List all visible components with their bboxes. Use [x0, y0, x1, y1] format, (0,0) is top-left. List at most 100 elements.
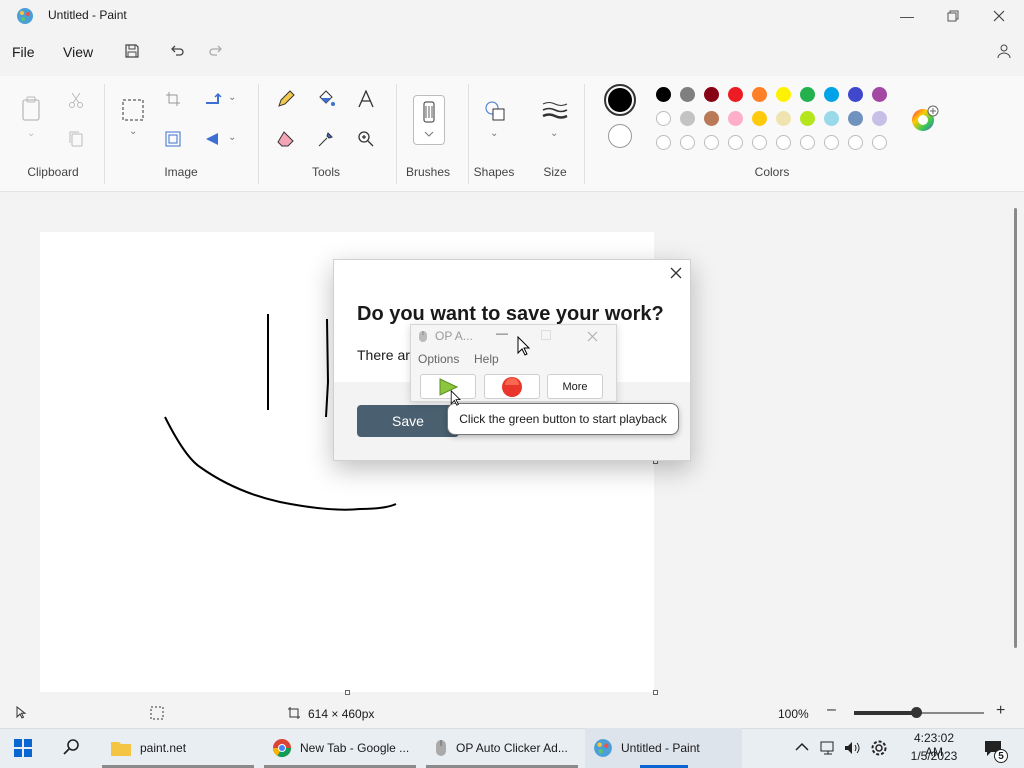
rotate-chevron-icon[interactable]: ⌄ [228, 92, 236, 103]
settings-gear-icon[interactable] [870, 739, 888, 760]
color-swatch[interactable] [752, 87, 767, 102]
secondary-color-button[interactable] [608, 124, 632, 148]
more-button[interactable]: More [547, 374, 603, 399]
crop-button[interactable] [160, 86, 186, 112]
brushes-button[interactable] [413, 95, 445, 145]
custom-color-slot[interactable] [680, 135, 695, 150]
color-swatch[interactable] [728, 111, 743, 126]
color-swatch[interactable] [680, 87, 695, 102]
color-swatch[interactable] [752, 111, 767, 126]
resize-button[interactable] [160, 126, 186, 152]
save-quick-button[interactable] [119, 40, 145, 62]
canvas-resize-handle[interactable] [345, 690, 350, 695]
custom-color-slot[interactable] [656, 135, 671, 150]
color-swatch[interactable] [776, 111, 791, 126]
color-swatch[interactable] [680, 111, 695, 126]
clock-date[interactable]: 1/5/2023 [904, 749, 964, 763]
file-menu[interactable]: File [12, 44, 35, 60]
edit-colors-button[interactable] [910, 104, 940, 137]
color-swatch[interactable] [800, 111, 815, 126]
color-swatch[interactable] [848, 87, 863, 102]
start-button[interactable] [14, 739, 32, 760]
custom-color-slot[interactable] [728, 135, 743, 150]
auto-clicker-maximize-button[interactable] [541, 330, 551, 340]
color-swatch[interactable] [704, 87, 719, 102]
minimize-button[interactable]: — [884, 0, 930, 32]
taskbar-item-chrome[interactable]: New Tab - Google ... [264, 728, 416, 768]
color-swatch[interactable] [728, 87, 743, 102]
taskbar-item-paint-net[interactable]: paint.net [102, 728, 254, 768]
flip-chevron-icon[interactable]: ⌄ [228, 132, 236, 143]
custom-color-slot[interactable] [824, 135, 839, 150]
fill-tool[interactable] [313, 86, 339, 112]
auto-clicker-minimize-button[interactable]: — [496, 326, 508, 340]
size-button[interactable] [542, 98, 568, 124]
eraser-tool[interactable] [273, 126, 299, 152]
start-playback-button[interactable] [420, 374, 476, 399]
search-button[interactable] [63, 738, 81, 759]
zoom-in-button[interactable]: + [996, 702, 1005, 720]
taskbar-item-paint[interactable]: Untitled - Paint [585, 728, 742, 768]
copy-button[interactable] [63, 126, 89, 152]
color-swatch[interactable] [824, 111, 839, 126]
magnifier-tool[interactable] [353, 126, 379, 152]
custom-color-slot[interactable] [776, 135, 791, 150]
help-menu[interactable]: Help [474, 352, 499, 366]
rotate-icon [206, 92, 222, 104]
restore-button[interactable] [930, 0, 976, 32]
auto-clicker-close-button[interactable] [587, 330, 598, 345]
cursor-position-icon [16, 705, 28, 723]
pencil-tool[interactable] [273, 86, 299, 112]
save-button[interactable]: Save [357, 405, 459, 437]
color-picker-tool[interactable] [313, 126, 339, 152]
text-tool[interactable] [353, 86, 379, 112]
color-swatch[interactable] [656, 87, 671, 102]
color-swatch[interactable] [800, 87, 815, 102]
account-button[interactable] [991, 40, 1017, 62]
shapes-chevron-icon[interactable]: ⌄ [490, 128, 498, 139]
custom-color-slot[interactable] [872, 135, 887, 150]
dialog-close-button[interactable] [668, 265, 684, 281]
custom-color-slot[interactable] [848, 135, 863, 150]
select-button[interactable] [120, 97, 146, 123]
redo-button[interactable] [203, 40, 229, 62]
cut-button[interactable] [63, 87, 89, 113]
color-swatch[interactable] [848, 111, 863, 126]
primary-color-button[interactable] [604, 84, 636, 116]
color-swatch[interactable] [872, 111, 887, 126]
close-icon [587, 331, 598, 342]
record-button[interactable] [484, 374, 540, 399]
undo-button[interactable] [164, 40, 190, 62]
taskbar-item-auto-clicker[interactable]: OP Auto Clicker Ad... [426, 728, 578, 768]
color-swatch[interactable] [824, 87, 839, 102]
custom-color-slot[interactable] [704, 135, 719, 150]
color-swatch[interactable] [776, 87, 791, 102]
network-icon[interactable] [819, 739, 837, 760]
close-button[interactable] [976, 0, 1022, 32]
copy-icon [69, 131, 83, 147]
options-menu[interactable]: Options [418, 352, 459, 366]
custom-color-slot[interactable] [752, 135, 767, 150]
shapes-button[interactable] [482, 98, 508, 124]
flip-icon [206, 133, 218, 145]
paste-chevron-icon[interactable]: ⌄ [27, 128, 35, 139]
colors-group-label: Colors [754, 165, 790, 179]
rotate-button[interactable] [200, 86, 226, 112]
zoom-slider-thumb[interactable] [911, 707, 922, 718]
color-swatch[interactable] [704, 111, 719, 126]
custom-color-slot[interactable] [800, 135, 815, 150]
volume-icon[interactable] [843, 739, 861, 760]
size-group-label: Size [543, 165, 567, 179]
show-hidden-icons-button[interactable] [795, 740, 809, 755]
mouse-icon [436, 740, 446, 756]
zoom-out-button[interactable]: – [827, 701, 836, 719]
color-swatch[interactable] [872, 87, 887, 102]
paste-button[interactable] [18, 96, 44, 122]
select-chevron-icon[interactable]: ⌄ [129, 126, 137, 137]
view-menu[interactable]: View [63, 44, 93, 60]
vertical-scrollbar[interactable] [1014, 208, 1017, 648]
canvas-resize-handle[interactable] [653, 690, 658, 695]
color-swatch[interactable] [656, 111, 671, 126]
flip-button[interactable] [200, 126, 226, 152]
size-chevron-icon[interactable]: ⌄ [550, 128, 558, 139]
